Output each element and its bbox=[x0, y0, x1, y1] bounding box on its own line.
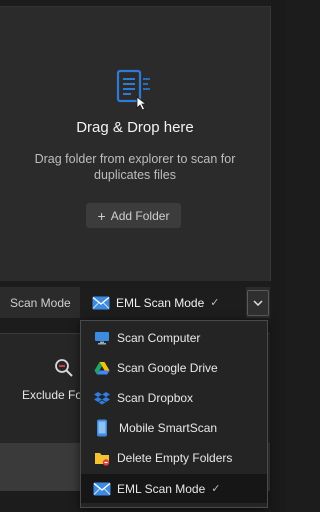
scan-mode-dropdown-button[interactable] bbox=[247, 290, 269, 316]
envelope-icon bbox=[93, 480, 111, 498]
menu-item-label: Scan Google Drive bbox=[117, 360, 218, 375]
plus-icon: + bbox=[97, 207, 106, 224]
scan-mode-selected: EML Scan Mode bbox=[116, 295, 205, 310]
menu-item-label: Scan Dropbox bbox=[117, 390, 194, 405]
menu-item-label: Delete Empty Folders bbox=[117, 450, 233, 465]
scan-mode-select[interactable]: EML Scan Mode ✓ bbox=[80, 287, 246, 318]
menu-item-label: Scan Computer bbox=[117, 330, 201, 345]
drop-zone-title: Drag & Drop here bbox=[76, 119, 194, 136]
check-icon: ✓ bbox=[210, 297, 220, 309]
app-window: Drag & Drop here Drag folder from explor… bbox=[0, 0, 286, 512]
monitor-icon bbox=[93, 329, 111, 347]
menu-item-label: EML Scan Mode bbox=[117, 481, 206, 496]
add-folder-button[interactable]: + Add Folder bbox=[86, 203, 181, 228]
scan-mode-dropdown-menu: Scan Computer Scan Google Drive Scan Dro… bbox=[80, 320, 268, 508]
drop-zone[interactable]: Drag & Drop here Drag folder from explor… bbox=[0, 6, 271, 281]
menu-item-scan-dropbox[interactable]: Scan Dropbox bbox=[81, 383, 267, 412]
menu-item-scan-google-drive[interactable]: Scan Google Drive bbox=[81, 353, 267, 382]
document-drop-icon bbox=[116, 69, 150, 111]
exclude-folders-label[interactable]: Exclude Fo bbox=[22, 388, 82, 402]
scan-mode-bar: Scan Mode EML Scan Mode ✓ bbox=[0, 287, 270, 318]
google-drive-icon bbox=[93, 359, 111, 377]
scan-mode-label: Scan Mode bbox=[10, 296, 71, 310]
window-edge bbox=[271, 0, 286, 512]
folder-delete-icon bbox=[93, 449, 111, 467]
menu-item-mobile-smartscan[interactable]: Mobile SmartScan bbox=[81, 413, 267, 442]
dropbox-icon bbox=[93, 389, 111, 407]
envelope-icon bbox=[92, 296, 110, 309]
chevron-down-icon bbox=[253, 300, 263, 306]
drop-zone-subtitle: Drag folder from explorer to scan for du… bbox=[34, 152, 236, 182]
menu-item-label: Mobile SmartScan bbox=[119, 420, 218, 435]
exclude-zoom-icon[interactable] bbox=[54, 358, 74, 378]
smartphone-icon bbox=[93, 419, 111, 437]
menu-item-delete-empty-folders[interactable]: Delete Empty Folders bbox=[81, 443, 267, 472]
menu-item-scan-computer[interactable]: Scan Computer bbox=[81, 323, 267, 352]
check-icon: ✓ bbox=[211, 483, 221, 495]
menu-item-eml-scan-mode[interactable]: EML Scan Mode ✓ bbox=[81, 474, 267, 503]
add-folder-label: Add Folder bbox=[110, 208, 170, 223]
